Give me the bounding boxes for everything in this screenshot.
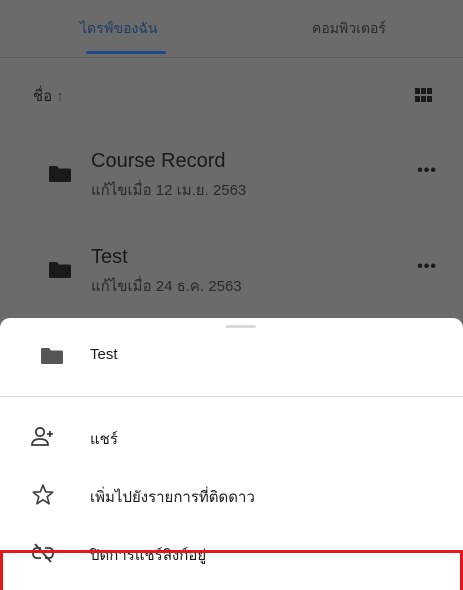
divider (0, 57, 463, 58)
sheet-drag-handle[interactable] (226, 325, 256, 328)
active-tab-indicator (86, 51, 166, 54)
tab-bar: ไดรฟ์ของฉัน คอมพิวเตอร์ (0, 0, 463, 58)
grid-view-icon[interactable] (415, 88, 433, 102)
more-options-icon[interactable]: ••• (417, 258, 437, 276)
link-off-icon (32, 543, 54, 563)
file-row[interactable]: Course Record แก้ไขเมื่อ 12 เม.ย. 2563 •… (0, 140, 463, 210)
menu-item-share[interactable]: แชร์ (0, 412, 463, 462)
sheet-title: Test (90, 346, 118, 363)
star-icon (32, 484, 54, 505)
file-row[interactable]: Test แก้ไขเมื่อ 24 ธ.ค. 2563 ••• (0, 236, 463, 306)
menu-item-label: ปิดการแชร์ลิงก์อยู่ (90, 547, 207, 564)
file-modified: แก้ไขเมื่อ 12 เม.ย. 2563 (91, 182, 247, 199)
sort-label: ชื่อ (33, 88, 53, 105)
bottom-sheet: Test แชร์ เพิ่มไปยังรายการที่ติดดาว ปิดก… (0, 318, 463, 590)
menu-item-add-starred[interactable]: เพิ่มไปยังรายการที่ติดดาว (0, 470, 463, 520)
tab-my-drive[interactable]: ไดรฟ์ของฉัน (80, 18, 158, 40)
file-name: Course Record (91, 150, 226, 172)
sheet-header: Test (0, 336, 463, 392)
menu-item-link-sharing-off[interactable]: ปิดการแชร์ลิงก์อยู่ (0, 528, 463, 578)
menu-item-label: เพิ่มไปยังรายการที่ติดดาว (90, 489, 255, 506)
folder-icon (41, 348, 63, 364)
more-options-icon[interactable]: ••• (417, 162, 437, 180)
tab-computers[interactable]: คอมพิวเตอร์ (312, 18, 386, 40)
file-name: Test (91, 246, 128, 268)
sort-control[interactable]: ชื่อ ↑ (33, 84, 64, 108)
menu-item-label: แชร์ (90, 431, 118, 448)
divider (0, 396, 463, 397)
folder-icon (49, 262, 71, 278)
folder-icon (49, 166, 71, 182)
sort-arrow-icon: ↑ (56, 88, 64, 105)
file-modified: แก้ไขเมื่อ 24 ธ.ค. 2563 (91, 278, 242, 295)
add-person-icon (31, 426, 53, 446)
